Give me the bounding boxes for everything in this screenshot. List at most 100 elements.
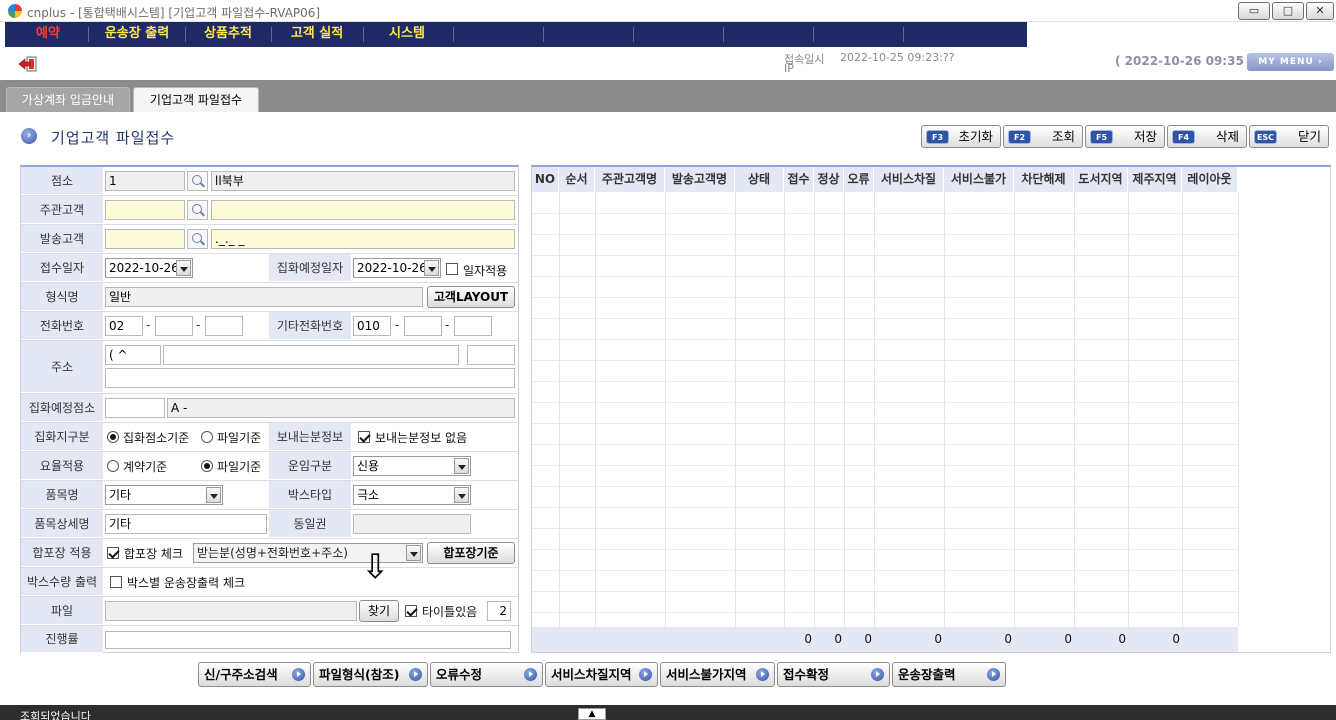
box-type-select[interactable]: 극소 <box>353 485 471 505</box>
save-button[interactable]: F5 저장 <box>1085 125 1165 148</box>
address-line2-input[interactable] <box>105 368 515 388</box>
col-jeju-area[interactable]: 제주지역 <box>1128 167 1182 192</box>
grid-column-line <box>1014 192 1015 627</box>
menu-system[interactable]: 시스템 <box>369 22 445 47</box>
no-sender-info-checkbox[interactable] <box>358 431 370 443</box>
phone-part1-input[interactable]: 02 <box>105 316 143 336</box>
reset-button[interactable]: F3 초기화 <box>921 125 1001 148</box>
grid-column-line <box>844 192 845 627</box>
grid-row-line <box>532 297 1238 298</box>
branch-search-icon[interactable] <box>187 171 208 191</box>
branch-code-input[interactable]: 1 <box>105 171 185 191</box>
title-row-count-input[interactable]: 2 <box>487 601 511 621</box>
col-layout[interactable]: 레이아웃 <box>1182 167 1238 192</box>
format-name-field: 일반 <box>105 287 423 307</box>
box-print-checkbox[interactable] <box>110 576 122 588</box>
current-time: ( 2022-10-26 09:35 ) <box>1115 54 1254 68</box>
status-message: 조회되었습니다 <box>20 710 91 720</box>
error-fix-button[interactable]: 오류수정 <box>430 662 543 687</box>
customer-layout-button[interactable]: 고객LAYOUT <box>427 286 515 308</box>
find-file-button[interactable]: 찾기 <box>359 600 399 622</box>
file-format-button[interactable]: 파일형식(참조) <box>313 662 428 687</box>
other-phone-part2-input[interactable] <box>404 316 442 336</box>
other-phone-part1-input[interactable]: 010 <box>353 316 391 336</box>
rate-file-radio[interactable] <box>201 460 213 472</box>
col-main-customer[interactable]: 주관고객명 <box>595 167 665 192</box>
exit-icon[interactable] <box>18 56 38 72</box>
phone-part3-input[interactable] <box>205 316 243 336</box>
col-service-disruption[interactable]: 서비스차질 <box>874 167 944 192</box>
pickup-branch-code-input[interactable] <box>105 398 165 418</box>
tab-virtual-account[interactable]: 가상계좌 입금안내 <box>6 87 130 112</box>
menu-customer-performance[interactable]: 고객 실적 <box>277 22 357 47</box>
rate-contract-radio[interactable] <box>107 460 119 472</box>
delete-label: 삭제 <box>1215 129 1239 144</box>
other-phone-part3-input[interactable] <box>454 316 492 336</box>
col-unblock[interactable]: 차단해제 <box>1014 167 1074 192</box>
main-customer-search-icon[interactable] <box>187 200 208 220</box>
col-sender-customer[interactable]: 발송고객명 <box>665 167 735 192</box>
service-disruption-area-button[interactable]: 서비스차질지역 <box>545 662 658 687</box>
menu-tracking[interactable]: 상품추적 <box>191 22 265 47</box>
zipcode-input[interactable]: ( ^ <box>105 345 161 365</box>
grid-row-line <box>532 276 1238 277</box>
confirm-receipt-button[interactable]: 접수확정 <box>777 662 890 687</box>
chevron-down-icon[interactable] <box>454 458 469 474</box>
sender-code-input[interactable] <box>105 229 185 249</box>
chevron-down-icon[interactable] <box>454 487 469 503</box>
receipt-date-value: 2022-10-26 <box>109 261 179 275</box>
grid-row-line <box>532 465 1238 466</box>
chevron-down-icon[interactable] <box>424 260 439 276</box>
main-customer-code-input[interactable] <box>105 200 185 220</box>
grid-column-line <box>1074 192 1075 627</box>
title-row-checkbox[interactable] <box>405 605 417 617</box>
menu-separator <box>633 27 634 42</box>
service-unavailable-area-button[interactable]: 서비스불가지역 <box>660 662 775 687</box>
waybill-print-button[interactable]: 운송장출력 <box>892 662 1006 687</box>
col-normal[interactable]: 정상 <box>814 167 844 192</box>
col-order[interactable]: 순서 <box>559 167 595 192</box>
combine-checkbox[interactable] <box>107 547 119 559</box>
sender-info-label: 보내는분정보 <box>269 423 351 451</box>
menu-waybill-print[interactable]: 운송장 출력 <box>93 22 181 47</box>
tab-corporate-file-receipt[interactable]: 기업고객 파일접수 <box>133 87 259 112</box>
menu-reservation[interactable]: 예약 <box>15 22 81 47</box>
chevron-down-icon[interactable] <box>176 260 191 276</box>
pickup-date-picker[interactable]: 2022-10-26 <box>353 258 441 278</box>
address-search-button[interactable]: 신/구주소검색 <box>198 662 311 687</box>
freight-select[interactable]: 신용 <box>353 456 471 476</box>
col-status[interactable]: 상태 <box>735 167 784 192</box>
col-no[interactable]: NO <box>532 167 559 192</box>
my-menu-button[interactable]: MY MENU › <box>1247 53 1334 71</box>
col-error[interactable]: 오류 <box>844 167 874 192</box>
receipt-date-picker[interactable]: 2022-10-26 <box>105 258 193 278</box>
col-service-unavailable[interactable]: 서비스불가 <box>944 167 1014 192</box>
col-island-area[interactable]: 도서지역 <box>1074 167 1128 192</box>
chevron-down-icon[interactable] <box>206 487 221 503</box>
window-title: cnplus - [통합택배시스템] [기업고객 파일접수-RVAP06] <box>27 6 321 20</box>
search-button[interactable]: F2 조회 <box>1003 125 1083 148</box>
pickup-type-branch-radio[interactable] <box>107 431 119 443</box>
chevron-down-icon[interactable] <box>406 545 421 561</box>
col-received[interactable]: 접수 <box>784 167 814 192</box>
close-window-button[interactable]: ✕ <box>1306 2 1334 20</box>
maximize-button[interactable]: □ <box>1272 2 1304 20</box>
total-service-disruption: 0 <box>934 632 942 646</box>
combine-basis-button[interactable]: 합포장기준 <box>427 542 515 564</box>
box-type-label: 박스타입 <box>269 481 351 509</box>
f5-key-badge: F5 <box>1090 130 1113 144</box>
address-line1-input[interactable] <box>163 345 459 365</box>
phone-part2-input[interactable] <box>155 316 193 336</box>
sender-search-icon[interactable] <box>187 229 208 249</box>
item-select[interactable]: 기타 <box>105 485 223 505</box>
delete-button[interactable]: F4 삭제 <box>1167 125 1247 148</box>
same-zone-label: 동일권 <box>269 510 351 538</box>
status-toggle-button[interactable]: ▲ <box>578 708 606 720</box>
item-detail-input[interactable]: 기타 <box>105 514 267 534</box>
address-extra-input[interactable] <box>467 345 515 365</box>
close-button[interactable]: ESC 닫기 <box>1249 125 1329 148</box>
pickup-type-file-radio[interactable] <box>201 431 213 443</box>
minimize-button[interactable]: ▭ <box>1238 2 1270 20</box>
date-apply-checkbox[interactable] <box>446 263 458 275</box>
grid-row-line <box>532 591 1238 592</box>
